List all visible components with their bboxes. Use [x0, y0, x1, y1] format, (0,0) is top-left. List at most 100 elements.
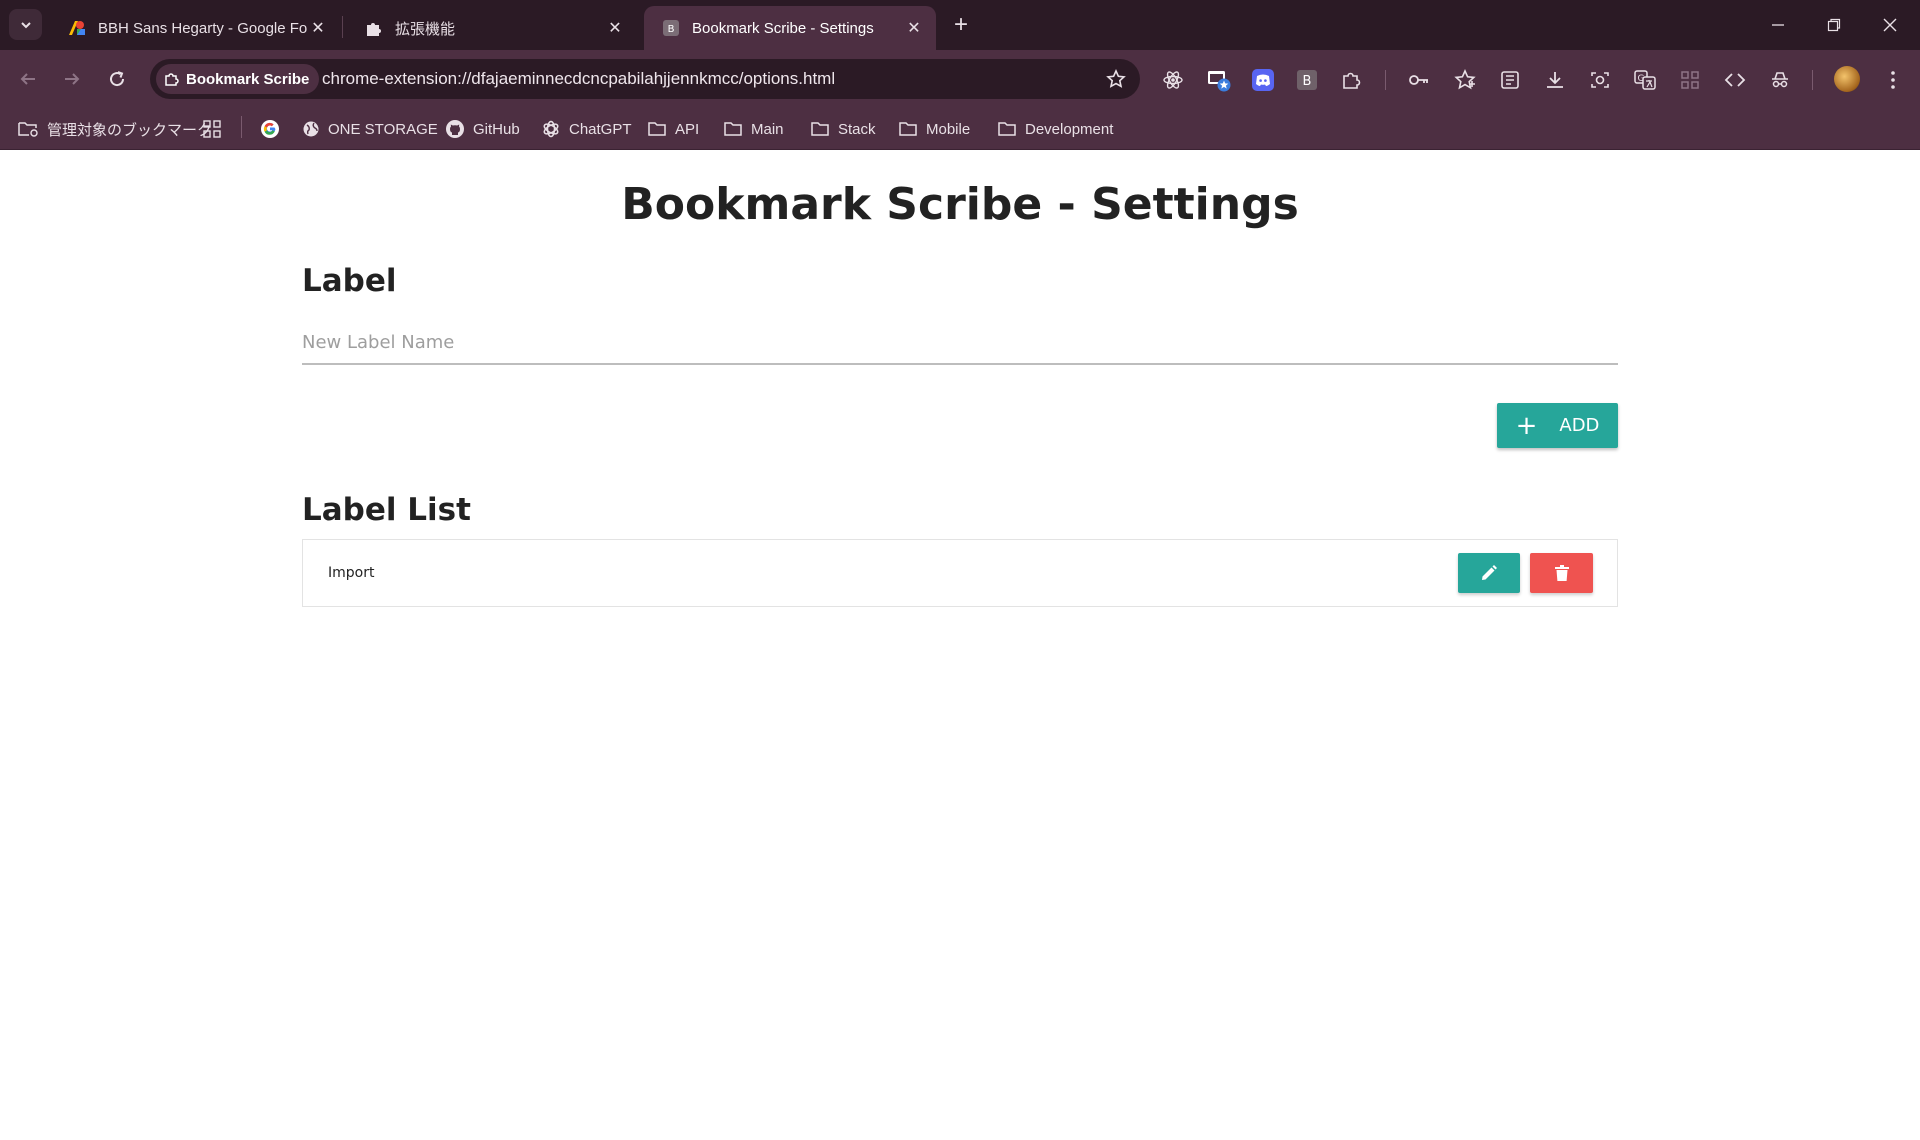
toolbar-divider [1812, 70, 1813, 90]
tab-search-button[interactable] [9, 9, 42, 40]
tab-saver-extension-icon[interactable] [1206, 67, 1232, 93]
chatgpt-icon [541, 119, 561, 139]
puzzle-icon [164, 71, 180, 87]
puzzle-icon [365, 19, 383, 37]
github-icon [445, 119, 465, 139]
reload-icon [110, 71, 125, 87]
apps-grid-icon [202, 119, 222, 139]
bookmark-github[interactable]: GitHub [445, 117, 520, 141]
edit-label-button[interactable] [1458, 553, 1520, 593]
bookmark-label: Development [1025, 120, 1114, 138]
more-menu-icon[interactable] [1880, 67, 1906, 93]
minimize-button[interactable] [1750, 0, 1806, 50]
react-devtools-icon[interactable] [1160, 67, 1186, 93]
page-title: Bookmark Scribe - Settings [621, 179, 1299, 230]
svg-text:B: B [668, 24, 675, 35]
managed-folder-icon [17, 119, 39, 139]
pencil-icon [1482, 565, 1497, 580]
arrow-right-icon [65, 73, 80, 85]
bookmark-scribe-extension-button[interactable]: B [1294, 67, 1320, 93]
address-bar[interactable]: Bookmark Scribe chrome-extension://dfaja… [150, 59, 1140, 99]
folder-icon [997, 120, 1017, 138]
label-list-item: Import [328, 565, 375, 581]
new-label-input[interactable] [302, 321, 1618, 365]
bookmark-label: Stack [838, 120, 876, 138]
bookmark-label: API [675, 120, 700, 138]
close-window-button[interactable] [1862, 0, 1918, 50]
tab-title: 拡張機能 [395, 20, 456, 38]
download-icon[interactable] [1542, 67, 1568, 93]
bookmark-label: ONE STORAGE [328, 120, 438, 138]
bookmark-folder-main[interactable]: Main [723, 117, 784, 141]
plus-icon: + [953, 11, 968, 38]
bookmark-chatgpt[interactable]: ChatGPT [541, 117, 632, 141]
password-key-icon[interactable] [1406, 67, 1432, 93]
translate-icon[interactable]: G [1632, 67, 1658, 93]
toolbar-divider [1385, 70, 1386, 90]
tab-extensions[interactable]: 拡張機能 ✕ [347, 6, 637, 50]
delete-label-button[interactable] [1530, 553, 1593, 593]
folder-icon [898, 120, 918, 138]
bookmarks-bar: 管理対象のブックマーク ONE STORAGE GitHub ChatGPT A… [0, 108, 1920, 150]
google-icon [260, 119, 280, 139]
close-icon [1883, 18, 1897, 32]
bookmark-folder-api[interactable]: API [647, 117, 699, 141]
minimize-icon [1772, 24, 1784, 26]
globe-icon [302, 120, 320, 138]
tab-divider [342, 16, 343, 38]
bookmark-folder-development[interactable]: Development [997, 117, 1113, 141]
bookmark-managed[interactable]: 管理対象のブックマーク [17, 117, 212, 141]
bookmark-one-storage[interactable]: ONE STORAGE [302, 117, 438, 141]
site-info-chip[interactable]: Bookmark Scribe [156, 64, 320, 94]
bookmark-label: Mobile [926, 120, 971, 138]
restore-icon [1827, 18, 1841, 32]
bookmark-folder-mobile[interactable]: Mobile [898, 117, 970, 141]
label-section-heading: Label [302, 263, 397, 299]
extensions-icon[interactable] [1339, 67, 1365, 93]
add-button-label: ADD [1559, 415, 1600, 436]
close-icon[interactable]: ✕ [308, 18, 328, 38]
forward-button[interactable] [57, 64, 87, 94]
code-brackets-icon[interactable] [1722, 67, 1748, 93]
tab-google-fonts[interactable]: BBH Sans Hegarty - Google Fon ✕ [50, 6, 340, 50]
bookmark-star-button[interactable] [1104, 67, 1128, 91]
bookmark-label: ChatGPT [569, 120, 632, 138]
profile-avatar[interactable] [1834, 66, 1860, 92]
close-icon[interactable]: ✕ [904, 18, 924, 38]
trash-icon [1554, 565, 1569, 581]
tab-strip: BBH Sans Hegarty - Google Fon ✕ 拡張機能 ✕ B… [0, 0, 1920, 50]
extension-b-icon: B [1297, 70, 1317, 90]
new-tab-button[interactable]: + [947, 11, 975, 39]
label-list: Import [302, 539, 1618, 607]
bookmark-google[interactable] [260, 117, 288, 141]
screenshot-icon[interactable] [1587, 67, 1613, 93]
reading-list-icon[interactable] [1497, 67, 1523, 93]
site-info-label: Bookmark Scribe [186, 70, 310, 88]
favorites-star-icon[interactable] [1452, 67, 1478, 93]
bookmark-label: GitHub [473, 120, 520, 138]
reload-button[interactable] [102, 64, 132, 94]
bookmark-label: Main [751, 120, 784, 138]
qr-code-icon[interactable] [1677, 67, 1703, 93]
url-text[interactable]: chrome-extension://dfajaeminnecdcncpabil… [322, 69, 835, 89]
label-list-heading: Label List [302, 492, 471, 528]
bookmark-folder-stack[interactable]: Stack [810, 117, 876, 141]
folder-icon [723, 120, 743, 138]
plus-icon: + [1515, 410, 1538, 441]
folder-icon [647, 120, 667, 138]
add-label-button[interactable]: + ADD [1497, 403, 1618, 448]
browser-toolbar: Bookmark Scribe chrome-extension://dfaja… [0, 50, 1920, 108]
bookmark-label: 管理対象のブックマーク [47, 121, 213, 139]
discord-icon[interactable] [1250, 67, 1276, 93]
incognito-icon[interactable] [1767, 67, 1793, 93]
extension-b-icon: B [662, 19, 680, 37]
tab-bookmark-scribe-settings[interactable]: B Bookmark Scribe - Settings ✕ [644, 6, 936, 50]
bookmarks-divider [241, 116, 242, 138]
folder-icon [810, 120, 830, 138]
settings-page: Bookmark Scribe - Settings Label + ADD L… [0, 151, 1920, 1140]
back-button[interactable] [13, 64, 43, 94]
close-icon[interactable]: ✕ [605, 18, 625, 38]
restore-button[interactable] [1806, 0, 1862, 50]
google-fonts-icon [68, 19, 86, 37]
bookmark-apps[interactable] [202, 117, 230, 141]
